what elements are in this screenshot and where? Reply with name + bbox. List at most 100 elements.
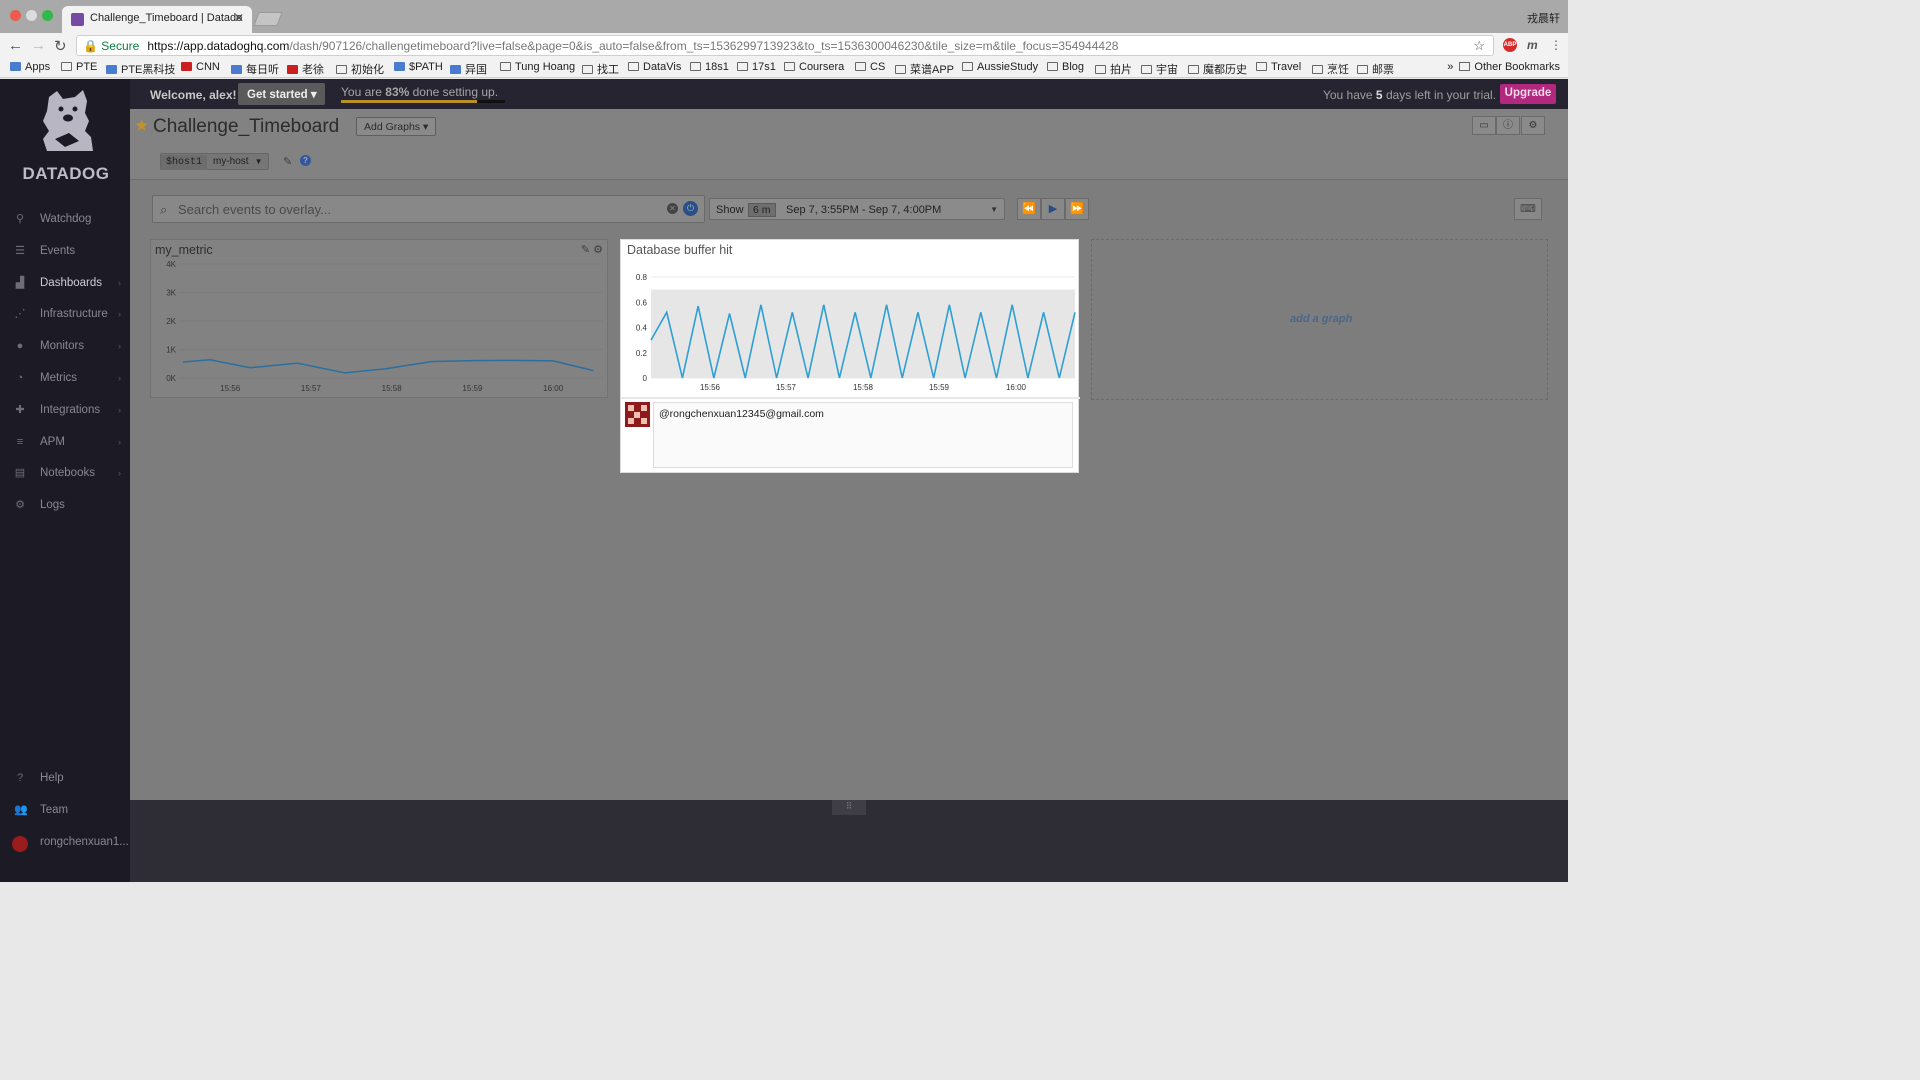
event-search-input[interactable] — [178, 200, 658, 218]
bookmark-item[interactable]: Coursera — [784, 61, 844, 73]
sidebar-item-notebooks[interactable]: ▤ Notebooks › — [0, 463, 130, 487]
bookmark-item[interactable]: 18s1 — [690, 61, 729, 73]
trial-prefix: You have — [1322, 88, 1376, 102]
sidebar-item-label: Infrastructure — [40, 308, 108, 321]
browser-tab[interactable]: Challenge_Timeboard | Datado ✕ — [62, 6, 252, 33]
bookmark-other[interactable]: » Other Bookmarks — [1447, 61, 1560, 73]
bookmark-item[interactable]: 17s1 — [737, 61, 776, 73]
bookmark-item[interactable]: 初始化 — [336, 61, 384, 77]
folder-icon — [962, 62, 973, 71]
database-buffer-hit-widget[interactable]: Database buffer hit 0 0.2 0.4 0.6 0.8 15:56 15… — [620, 239, 1080, 473]
annotation-note[interactable]: @rongchenxuan12345@gmail.com — [653, 402, 1073, 468]
back-arrow-icon[interactable]: ← — [8, 37, 23, 54]
bookmark-item[interactable]: 找工 — [582, 61, 619, 77]
buffer-hit-chart: 0 0.2 0.4 0.6 0.8 15:56 15:57 15:58 15:59 16:00 — [636, 273, 1076, 392]
settings-gear-icon[interactable]: ⚙ — [1521, 116, 1545, 135]
bookmark-item[interactable]: Blog — [1047, 61, 1084, 73]
close-window-button[interactable] — [10, 10, 21, 21]
bookmark-favicon-icon — [10, 62, 21, 71]
fast-forward-icon[interactable]: ⏩ — [1065, 198, 1089, 220]
bookmark-item[interactable]: 魔都历史 — [1188, 61, 1247, 77]
bookmark-item[interactable]: PTE黑科技 — [106, 61, 175, 77]
edit-pencil-icon[interactable]: ✎ — [283, 155, 292, 168]
bookmark-item[interactable]: AussieStudy — [962, 61, 1038, 73]
add-graphs-button[interactable]: Add Graphs ▾ — [356, 117, 437, 136]
minimize-window-button[interactable] — [26, 10, 37, 21]
bookmark-item[interactable]: 烹饪 — [1312, 61, 1349, 77]
add-graph-placeholder[interactable]: add a graph — [1091, 239, 1548, 400]
maximize-window-button[interactable] — [42, 10, 53, 21]
sidebar-item-logs[interactable]: ⚙ Logs — [0, 495, 130, 519]
reload-icon[interactable]: ↻ — [54, 37, 67, 55]
datadog-logo[interactable]: DATADOG — [18, 87, 114, 187]
bookmark-item[interactable]: 菜谱APP — [895, 61, 954, 77]
time-range-selector[interactable]: Show 6 m Sep 7, 3:55PM - Sep 7, 4:00PM ▼ — [709, 198, 1005, 220]
sidebar-item-monitors[interactable]: ● Monitors › — [0, 336, 130, 360]
bookmark-item[interactable]: 宇宙 — [1141, 61, 1178, 77]
url-bar[interactable]: 🔒 Secure https://app.datadoghq.com/dash/9… — [76, 35, 1494, 56]
help-question-icon[interactable]: ? — [300, 155, 311, 166]
my-metric-widget[interactable]: my_metric ✎ ⚙ 0K 1K 2K 3K 4K 15:56 15:57 15:58 1… — [150, 239, 608, 398]
sidebar-item-apm[interactable]: ≡ APM › — [0, 432, 130, 456]
sidebar-item-label: Events — [40, 244, 76, 257]
bookmark-item[interactable]: Travel — [1256, 61, 1301, 73]
close-tab-icon[interactable]: ✕ — [234, 11, 244, 25]
keyboard-icon[interactable]: ⌨ — [1514, 198, 1542, 220]
progress-value: 83% — [385, 85, 410, 99]
play-icon[interactable]: ▶ — [1041, 198, 1065, 220]
bookmark-label: Blog — [1062, 61, 1085, 73]
rewind-icon[interactable]: ⏪ — [1017, 198, 1041, 220]
get-started-button[interactable]: Get started ▾ — [238, 83, 325, 105]
browser-profile-name[interactable]: 戎晨轩 — [1527, 10, 1560, 26]
sidebar-item-integrations[interactable]: ✚ Integrations › — [0, 400, 130, 424]
bookmark-item[interactable]: 每日听 — [231, 61, 279, 77]
x-tick-label: 15:57 — [301, 384, 322, 393]
bookmark-item[interactable]: 邮票 — [1357, 61, 1394, 77]
sidebar-item-watchdog[interactable]: ⚲ Watchdog — [0, 209, 130, 233]
logs-icon: ⚙ — [15, 499, 25, 512]
bookmark-item[interactable]: 拍片 — [1095, 61, 1132, 77]
adblock-extension-icon[interactable]: ABP — [1503, 38, 1517, 52]
dashboard-title[interactable]: Challenge_Timeboard — [153, 116, 339, 138]
template-variable[interactable]: $host1 my-host ▼ — [160, 153, 269, 170]
bookmark-item[interactable]: CNN — [181, 61, 220, 73]
clear-search-icon[interactable]: ✕ — [667, 203, 678, 214]
bookmark-label: 找工 — [597, 64, 619, 76]
upgrade-button[interactable]: Upgrade — [1500, 84, 1556, 104]
bookmark-item[interactable]: CS — [855, 61, 885, 73]
bookmark-item[interactable]: DataVis — [628, 61, 681, 73]
power-toggle-icon[interactable]: ⏻ — [683, 201, 698, 216]
sidebar-item-account[interactable]: rongchenxuan1... — [0, 832, 130, 856]
y-tick-label: 3K — [166, 289, 176, 298]
sidebar-item-infrastructure[interactable]: ⋰ Infrastructure › — [0, 304, 130, 328]
favorite-star-icon[interactable]: ★ — [134, 116, 149, 136]
sidebar-item-events[interactable]: ☰ Events — [0, 241, 130, 265]
sidebar: DATADOG ⚲ Watchdog ☰ Events ▟ Dashboards › ⋰ Inf… — [0, 79, 130, 882]
bookmark-label: AussieStudy — [977, 61, 1039, 73]
bookmark-item[interactable]: 异国 — [450, 61, 487, 77]
bookmark-item[interactable]: 老徐 — [287, 61, 324, 77]
sidebar-item-dashboards[interactable]: ▟ Dashboards › — [0, 273, 130, 297]
browser-menu-icon[interactable]: ⋮ — [1550, 38, 1562, 52]
extension-m-icon[interactable]: m — [1527, 38, 1538, 52]
bookmark-item[interactable]: $PATH — [394, 61, 443, 73]
bookmark-label: 初始化 — [351, 64, 384, 76]
trial-suffix: days left in your trial. — [1382, 88, 1496, 102]
sidebar-item-label: APM — [40, 435, 65, 448]
bookmark-label: 异国 — [465, 64, 487, 76]
forward-arrow-icon[interactable]: → — [31, 37, 46, 54]
bookmark-item[interactable]: Apps — [10, 61, 50, 73]
tv-mode-icon[interactable]: ▭ — [1472, 116, 1496, 135]
datadog-dog-icon — [43, 90, 93, 151]
sidebar-item-help[interactable]: ? Help — [0, 768, 130, 792]
info-icon[interactable]: ⓘ — [1496, 116, 1520, 135]
sidebar-item-metrics[interactable]: ◔ Metrics › — [0, 368, 130, 392]
new-tab-button[interactable] — [253, 12, 283, 26]
drag-handle-icon[interactable]: ⠿ — [832, 800, 866, 815]
bookmark-item[interactable]: Tung Hoang — [500, 61, 575, 73]
sidebar-item-team[interactable]: 👥 Team — [0, 800, 130, 824]
more-bookmarks-chevron-icon[interactable]: » — [1447, 61, 1453, 73]
bookmark-item[interactable]: PTE — [61, 61, 97, 73]
y-tick-label: 2K — [166, 317, 176, 326]
bookmark-star-icon[interactable]: ☆ — [1473, 38, 1485, 54]
